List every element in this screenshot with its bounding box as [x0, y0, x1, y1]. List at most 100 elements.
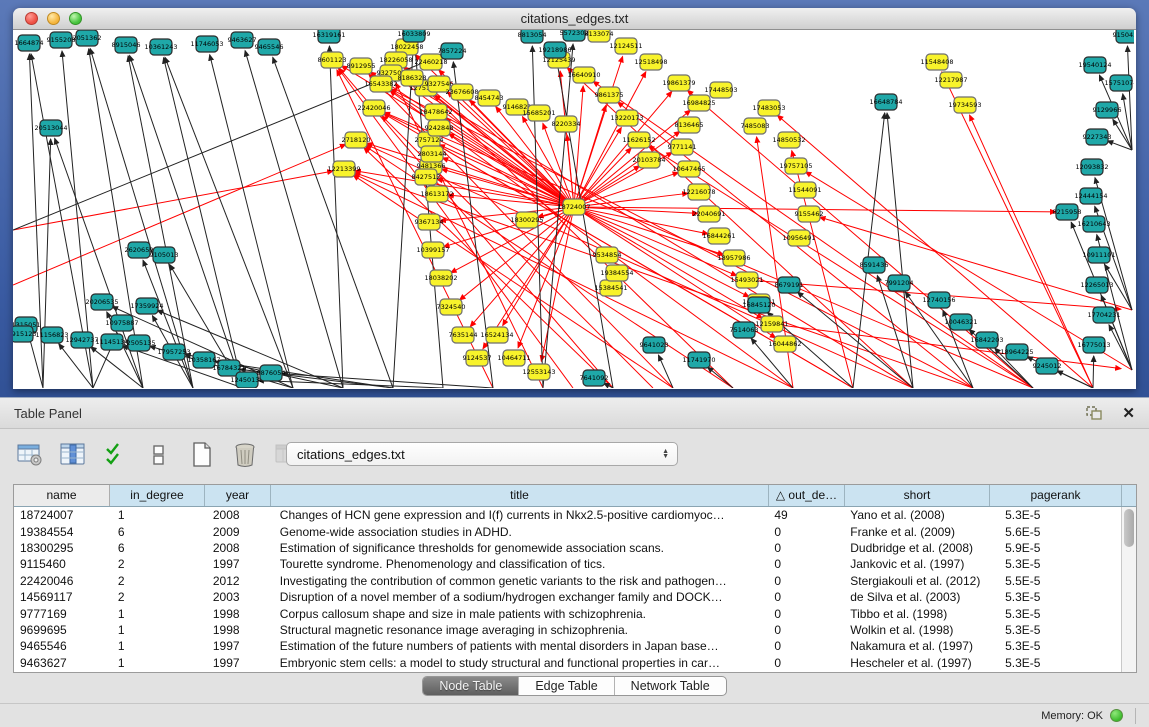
graph-node[interactable]	[236, 372, 258, 388]
graph-node[interactable]	[1096, 102, 1118, 118]
graph-node[interactable]	[101, 334, 123, 350]
graph-node[interactable]	[708, 228, 730, 244]
graph-node[interactable]	[430, 270, 452, 286]
graph-node[interactable]	[950, 314, 972, 330]
graph-node[interactable]	[478, 90, 500, 106]
graph-node[interactable]	[421, 146, 443, 162]
graph-node[interactable]	[41, 327, 63, 343]
column-header-6[interactable]: pagerank	[990, 485, 1122, 506]
graph-node[interactable]	[733, 322, 755, 338]
graph-node[interactable]	[628, 132, 650, 148]
graph-node[interactable]	[452, 327, 474, 343]
table-row[interactable]: 946362711997Embryonic stem cells: a mode…	[14, 655, 1121, 671]
graph-node[interactable]	[563, 199, 585, 215]
graph-node[interactable]	[668, 75, 690, 91]
graph-node[interactable]	[486, 327, 508, 343]
graph-node[interactable]	[425, 104, 447, 120]
graph-node[interactable]	[555, 116, 577, 132]
graph-node[interactable]	[415, 169, 437, 185]
close-window-button[interactable]	[25, 12, 38, 25]
select-all-icon[interactable]	[102, 441, 130, 469]
graph-node[interactable]	[954, 97, 976, 113]
graph-node[interactable]	[573, 67, 595, 83]
graph-node[interactable]	[76, 30, 98, 46]
graph-node[interactable]	[128, 242, 150, 258]
minimize-window-button[interactable]	[47, 12, 60, 25]
graph-node[interactable]	[1081, 159, 1103, 175]
graph-node[interactable]	[420, 54, 442, 70]
table-selector-dropdown[interactable]: citations_edges.txt ▲▼	[286, 442, 678, 466]
graph-node[interactable]	[150, 39, 172, 55]
table-row[interactable]: 1830029562008Estimation of significance …	[14, 540, 1121, 556]
graph-node[interactable]	[441, 43, 463, 59]
column-header-4[interactable]: △ out_de…	[769, 485, 845, 506]
graph-node[interactable]	[798, 206, 820, 222]
graph-node[interactable]	[13, 326, 33, 342]
graph-node[interactable]	[111, 315, 133, 331]
delete-column-trash-icon[interactable]	[231, 441, 259, 469]
close-panel-icon[interactable]: ✕	[1122, 406, 1135, 421]
float-panel-icon[interactable]	[1080, 399, 1108, 427]
graph-node[interactable]	[926, 54, 948, 70]
graph-node[interactable]	[258, 39, 280, 55]
graph-node[interactable]	[418, 214, 440, 230]
graph-node[interactable]	[723, 250, 745, 266]
column-header-1[interactable]: in_degree	[110, 485, 205, 506]
graph-node[interactable]	[785, 158, 807, 174]
table-row[interactable]: 1456911722003Disruption of a novel membe…	[14, 589, 1121, 605]
graph-node[interactable]	[318, 30, 340, 43]
graph-node[interactable]	[774, 336, 796, 352]
graph-node[interactable]	[115, 37, 137, 53]
zoom-window-button[interactable]	[69, 12, 82, 25]
graph-node[interactable]	[440, 299, 462, 315]
graph-node[interactable]	[928, 292, 950, 308]
graph-node[interactable]	[1036, 358, 1058, 374]
graph-node[interactable]	[136, 298, 158, 314]
graph-node[interactable]	[678, 161, 700, 177]
graph-node[interactable]	[40, 120, 62, 136]
graph-node[interactable]	[606, 265, 628, 281]
graph-node[interactable]	[748, 297, 770, 313]
column-header-0[interactable]: name	[14, 485, 110, 506]
table-row[interactable]: 977716911998Corpus callosum shape and si…	[14, 605, 1121, 621]
graph-node[interactable]	[588, 30, 610, 42]
graph-node[interactable]	[698, 206, 720, 222]
graph-node[interactable]	[428, 76, 450, 92]
graph-node[interactable]	[128, 335, 150, 351]
graph-node[interactable]	[260, 365, 282, 381]
graph-node[interactable]	[600, 280, 622, 296]
graph-node[interactable]	[736, 272, 758, 288]
tab-network-table[interactable]: Network Table	[615, 677, 726, 695]
graph-node[interactable]	[940, 72, 962, 88]
graph-node[interactable]	[401, 70, 423, 86]
graph-node[interactable]	[688, 184, 710, 200]
table-mode-icon[interactable]	[16, 441, 44, 469]
select-columns-icon[interactable]	[59, 441, 87, 469]
graph-node[interactable]	[788, 230, 810, 246]
graph-node[interactable]	[350, 58, 372, 74]
table-row[interactable]: 969969511998Structural magnetic resonanc…	[14, 622, 1121, 638]
column-header-2[interactable]: year	[205, 485, 271, 506]
graph-node[interactable]	[596, 247, 618, 263]
graph-node[interactable]	[18, 35, 40, 51]
graph-node[interactable]	[403, 30, 425, 42]
graph-node[interactable]	[1086, 277, 1108, 293]
graph-node[interactable]	[333, 161, 355, 177]
column-header-3[interactable]: title	[271, 485, 769, 506]
graph-node[interactable]	[875, 94, 897, 110]
network-window-titlebar[interactable]: citations_edges.txt	[13, 8, 1136, 30]
graph-node[interactable]	[710, 82, 732, 98]
table-row[interactable]: 2242004622012Investigating the contribut…	[14, 573, 1121, 589]
graph-node[interactable]	[196, 36, 218, 52]
scrollbar-thumb[interactable]	[1124, 509, 1134, 547]
graph-node[interactable]	[1084, 57, 1106, 73]
graph-node[interactable]	[671, 139, 693, 155]
graph-node[interactable]	[426, 186, 448, 202]
graph-node[interactable]	[163, 344, 185, 360]
graph-node[interactable]	[466, 350, 488, 366]
graph-node[interactable]	[321, 52, 343, 68]
graph-node[interactable]	[1110, 75, 1132, 91]
graph-node[interactable]	[778, 132, 800, 148]
graph-node[interactable]	[794, 182, 816, 198]
tab-node-table[interactable]: Node Table	[423, 677, 519, 695]
